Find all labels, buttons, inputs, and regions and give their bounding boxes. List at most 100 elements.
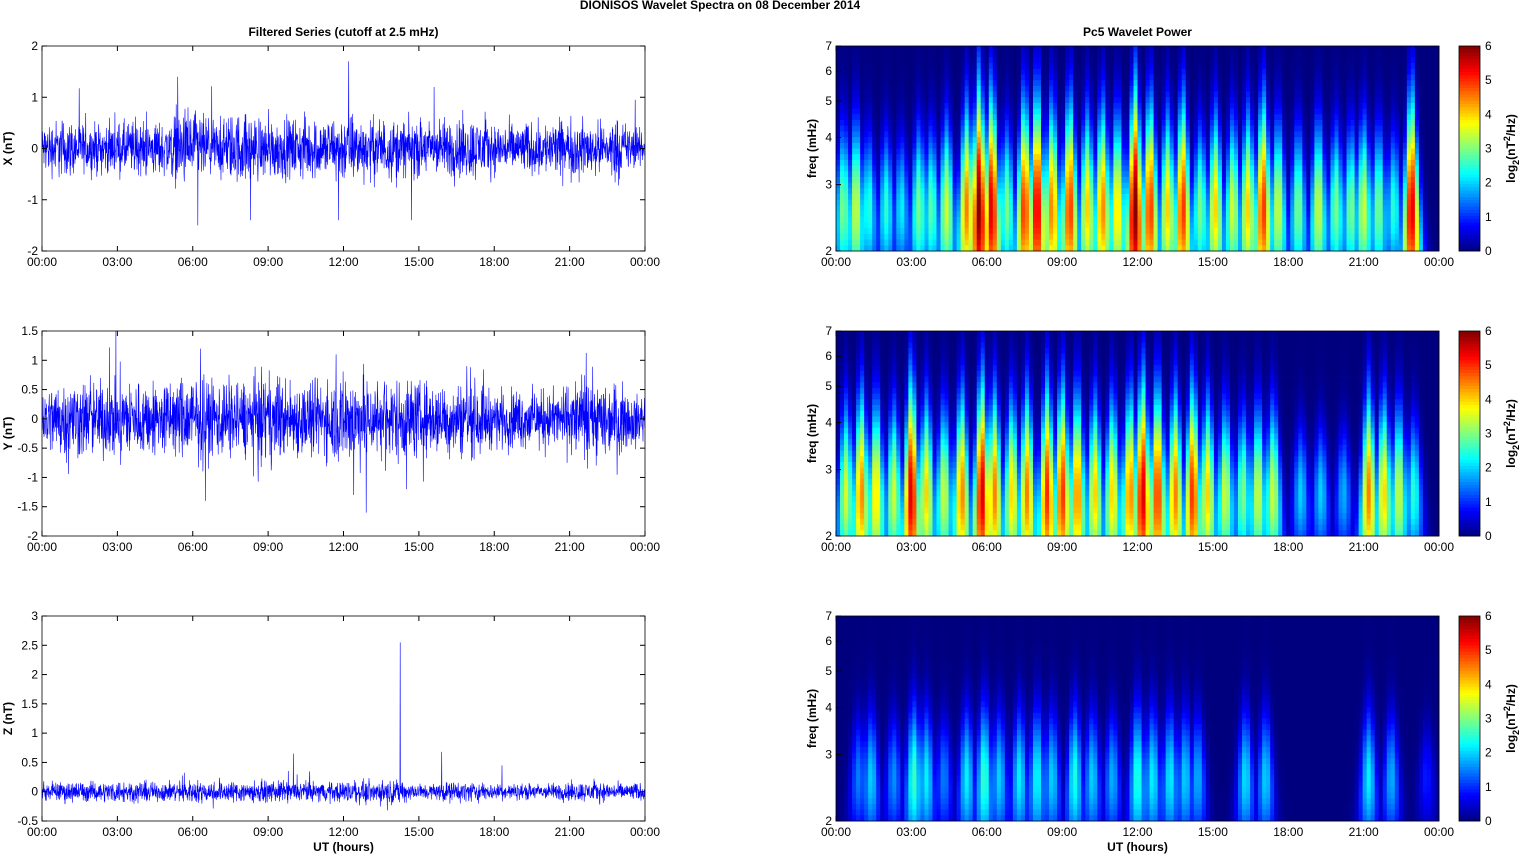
- heatmap-cell: [1414, 114, 1420, 121]
- heatmap-cell: [1402, 142, 1408, 149]
- heatmap-cell: [1426, 80, 1432, 87]
- heatmap-cell: [848, 102, 853, 110]
- heatmap-cell: [940, 125, 945, 132]
- heatmap-cell: [1410, 137, 1416, 144]
- heatmap-cell: [1278, 165, 1283, 172]
- heatmap-cell: [968, 68, 974, 75]
- heatmap-cell: [1225, 142, 1231, 149]
- heatmap-cell: [1077, 194, 1082, 201]
- heatmap-cell: [1221, 108, 1227, 115]
- heatmap-cell: [1374, 188, 1380, 195]
- heatmap-cell: [1306, 80, 1311, 87]
- heatmap-cell: [1185, 51, 1191, 58]
- heatmap-cell: [1422, 142, 1428, 149]
- heatmap-cell: [1069, 137, 1074, 144]
- heatmap-cell: [1161, 131, 1167, 138]
- heatmap-cell: [1165, 211, 1171, 218]
- heatmap-cell: [1105, 114, 1110, 121]
- heatmap-cell: [948, 80, 953, 87]
- heatmap-cell: [1157, 68, 1163, 75]
- heatmap-cell: [1302, 159, 1307, 166]
- heatmap-cell: [1246, 114, 1251, 121]
- heatmap-cell: [1020, 194, 1026, 201]
- heatmap-cell: [1233, 148, 1239, 155]
- heatmap-cell: [1049, 91, 1054, 98]
- heatmap-cell: [940, 216, 945, 223]
- heatmap-cell: [972, 171, 978, 178]
- heatmap-cell: [1358, 154, 1364, 161]
- heatmap-cell: [1077, 142, 1082, 149]
- heatmap-cell: [1077, 131, 1082, 138]
- heatmap-cell: [1129, 46, 1134, 53]
- heatmap-cell: [1342, 63, 1347, 70]
- heatmap-cell: [1165, 46, 1171, 53]
- heatmap-cell: [1153, 97, 1158, 104]
- heatmap-cell: [1382, 97, 1388, 104]
- heatmap-cell: [1394, 188, 1400, 195]
- heatmap-cell: [1057, 80, 1062, 87]
- heatmap-cell: [1254, 194, 1259, 201]
- heatmap-cell: [964, 120, 970, 127]
- heatmap-cell: [1201, 137, 1207, 144]
- heatmap-cell: [852, 182, 857, 189]
- heatmap-cell: [856, 131, 861, 138]
- heatmap-cell: [1089, 205, 1094, 212]
- heatmap-cell: [1213, 68, 1219, 75]
- heatmap-cell: [1330, 142, 1335, 149]
- heatmap-cell: [1302, 205, 1307, 212]
- heatmap-cell: [1414, 176, 1420, 184]
- y-tick-label: -0.5: [17, 441, 38, 455]
- heatmap-cell: [1221, 80, 1227, 87]
- heatmap-cell: [1028, 114, 1034, 121]
- heatmap-cell: [1008, 102, 1014, 110]
- heatmap-cell: [1374, 63, 1380, 70]
- heatmap-cell: [972, 159, 978, 166]
- heatmap-cell: [1125, 194, 1130, 201]
- heatmap-cell: [1129, 80, 1134, 87]
- heatmap-cell: [932, 199, 937, 206]
- heatmap-cell: [1145, 120, 1150, 127]
- heatmap-cell: [852, 171, 857, 178]
- heatmap-cell: [1173, 137, 1179, 144]
- heatmap-cell: [1314, 199, 1319, 206]
- heatmap-cell: [1390, 199, 1396, 206]
- heatmap-cell: [1169, 114, 1175, 121]
- heatmap-cell: [1302, 68, 1307, 75]
- heatmap-cell: [1032, 182, 1038, 189]
- heatmap-cell: [1390, 51, 1396, 58]
- heatmap-cell: [984, 63, 990, 70]
- heatmap-cell: [1302, 51, 1307, 58]
- heatmap-cell: [968, 51, 974, 58]
- heatmap-cell: [964, 222, 970, 229]
- heatmap-cell: [904, 125, 909, 132]
- heatmap-cell: [1270, 120, 1275, 127]
- heatmap-cell: [1069, 142, 1074, 149]
- heatmap-cell: [856, 68, 861, 75]
- heatmap-cell: [1037, 194, 1042, 201]
- heatmap-cell: [1173, 142, 1179, 149]
- heatmap-cell: [856, 216, 861, 223]
- heatmap-cell: [1334, 159, 1339, 166]
- heatmap-cell: [964, 194, 970, 201]
- heatmap-cell: [1282, 211, 1287, 218]
- heatmap-cell: [1402, 194, 1408, 201]
- heatmap-cell: [1250, 57, 1255, 64]
- heatmap-cell: [840, 159, 845, 166]
- heatmap-cell: [1157, 182, 1163, 189]
- heatmap-cell: [884, 63, 889, 70]
- heatmap-cell: [1181, 165, 1187, 172]
- heatmap-cell: [1266, 222, 1271, 229]
- heatmap-cell: [900, 120, 905, 127]
- heatmap-cell: [960, 211, 966, 218]
- heatmap-cell: [1069, 125, 1074, 132]
- heatmap-cell: [1418, 159, 1424, 166]
- heatmap-cell: [844, 51, 849, 58]
- heatmap-cell: [1049, 137, 1054, 144]
- heatmap-cell: [1189, 137, 1195, 144]
- heatmap-cell: [1290, 182, 1295, 189]
- heatmap-cell: [976, 108, 982, 115]
- heatmap-cell: [1153, 199, 1158, 206]
- heatmap-cell: [1012, 182, 1018, 189]
- heatmap-cell: [900, 108, 905, 115]
- heatmap-cell: [1093, 68, 1098, 75]
